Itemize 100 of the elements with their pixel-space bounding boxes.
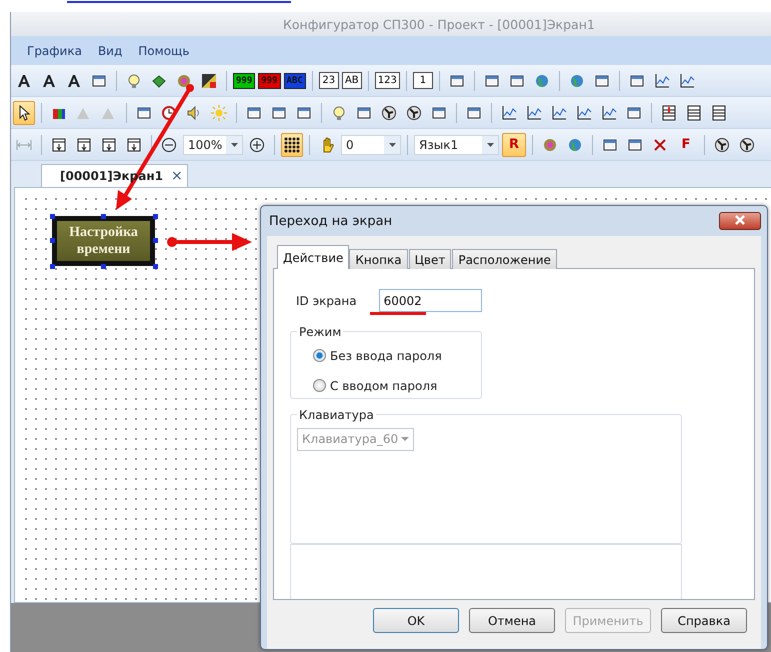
letter-tool[interactable]: R (502, 132, 526, 156)
window-title: Конфигуратор СП300 - Проект - [00001]Экран1 (283, 16, 595, 32)
speaker-icon (186, 104, 202, 120)
chart-icon (526, 104, 542, 120)
fan-icon (406, 104, 422, 120)
annotation-underline (370, 312, 426, 315)
resize-handle[interactable] (153, 214, 158, 219)
fan-icon (714, 136, 730, 152)
align-icon (126, 136, 142, 152)
table-icon (711, 104, 727, 120)
resize-handle[interactable] (50, 238, 55, 243)
letter-tool[interactable]: F (674, 132, 698, 156)
close-button[interactable] (719, 212, 761, 230)
radio-option[interactable]: Без ввода пароля (313, 340, 481, 371)
window-icon (466, 104, 482, 120)
dialog-tab[interactable]: Расположение (452, 249, 557, 269)
window-icon (91, 72, 107, 88)
globe-icon (568, 72, 585, 88)
menu-item[interactable]: Графика (21, 42, 88, 60)
window-icon (271, 104, 287, 120)
shape-icon (151, 72, 167, 88)
window-icon (508, 72, 525, 88)
number-tool[interactable]: 123 (374, 72, 400, 89)
toolbar-dropdown[interactable]: 100% (183, 134, 243, 154)
resize-handle[interactable] (101, 264, 106, 269)
window-icon (628, 72, 645, 88)
resize-handle[interactable] (153, 264, 158, 269)
close-button[interactable]: × (171, 168, 183, 184)
option-label: С вводом пароля (330, 378, 438, 393)
window-icon (627, 136, 643, 152)
menu-item[interactable]: Помощь (132, 42, 196, 60)
window-icon (602, 136, 618, 152)
menu-item[interactable]: Вид (92, 42, 128, 60)
number-tool[interactable]: 1 (412, 72, 433, 89)
chart-icon (551, 104, 567, 120)
chart-icon (501, 104, 517, 120)
dialog-button[interactable]: OK (373, 608, 459, 633)
fan-icon (381, 104, 397, 120)
dialog-title: Переход на экран (269, 214, 392, 228)
globe-icon (534, 72, 550, 88)
grid-icon (284, 136, 300, 152)
zoom-in-icon (249, 136, 265, 152)
flag-icon (201, 72, 217, 88)
canvas-button[interactable]: Настройка времени (52, 216, 155, 266)
window-icon (448, 72, 465, 88)
resize-handle[interactable] (50, 264, 55, 269)
caret-icon (230, 142, 238, 146)
radio-button[interactable] (313, 379, 326, 392)
table-icon (661, 104, 677, 120)
chart-icon (678, 72, 695, 88)
toolbar-dropdown[interactable]: 0 (341, 134, 401, 154)
dialog-button[interactable]: Справка (661, 608, 747, 633)
group-label: Режим (298, 324, 342, 339)
window-icon (431, 104, 447, 120)
align-icon (101, 136, 117, 152)
close-icon (735, 215, 745, 225)
toolbar-button[interactable] (281, 132, 303, 156)
window-icon (136, 104, 152, 120)
window-icon (246, 104, 262, 120)
window-icon (296, 104, 312, 120)
chart-icon (576, 104, 592, 120)
toolbar-dropdown[interactable]: Язык1 (414, 134, 499, 154)
table-icon (686, 104, 702, 120)
circle-icon (176, 72, 192, 88)
dialog-tab[interactable]: Цвет (408, 249, 452, 269)
number-tool[interactable]: 23 (318, 72, 339, 89)
align-icon (51, 136, 67, 152)
circle-icon (542, 136, 558, 152)
fan-icon (739, 136, 755, 152)
zoom-out-icon (161, 136, 177, 152)
caret-icon (486, 142, 494, 146)
chart-icon (601, 104, 617, 120)
field-label: ID экрана (296, 294, 357, 308)
chart-icon (654, 72, 670, 88)
toolbar-button[interactable] (13, 100, 35, 124)
resize-handle[interactable] (153, 238, 158, 243)
display-tool[interactable]: 999 (233, 72, 256, 88)
resize-handle[interactable] (50, 214, 55, 219)
letter-icon (66, 72, 82, 88)
radio-button[interactable] (313, 349, 326, 362)
letter-icon (41, 72, 57, 88)
sun-icon (211, 104, 227, 120)
align-icon (76, 136, 92, 152)
number-tool[interactable]: AB (342, 72, 362, 89)
group-label: Клавиатура (298, 408, 375, 422)
letter-icon (16, 72, 32, 88)
radio-option[interactable]: С вводом пароля (313, 370, 481, 401)
dialog-tab[interactable]: Кнопка (349, 249, 408, 269)
display-tool[interactable]: 999 (258, 72, 281, 88)
bulb-icon (331, 104, 347, 120)
globe-icon (567, 136, 583, 152)
cross-icon (652, 136, 668, 152)
dialog-button[interactable]: Отмена (469, 608, 555, 633)
caret-icon (388, 142, 396, 146)
window-icon (356, 104, 372, 120)
input-field[interactable]: 60002 (378, 289, 482, 312)
bulb-icon (126, 72, 142, 88)
dialog-tab[interactable]: Действие (277, 245, 350, 269)
caret-icon (401, 437, 409, 442)
resize-handle[interactable] (101, 214, 106, 219)
